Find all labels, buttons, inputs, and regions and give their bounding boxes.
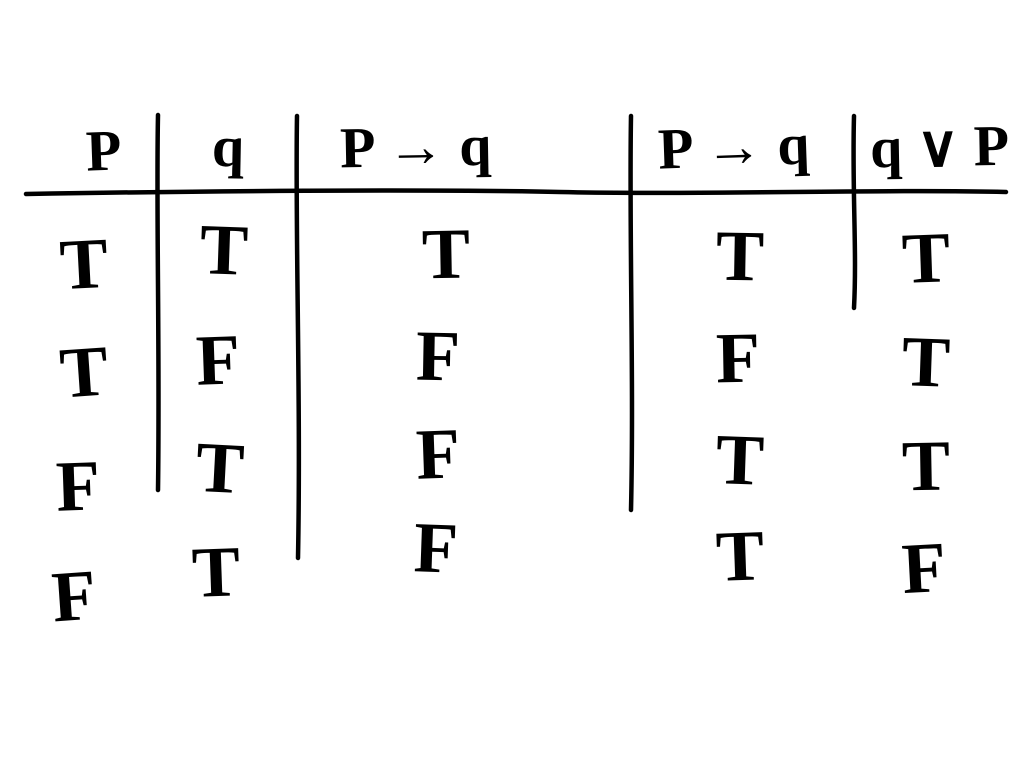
cell-r2c0: F (55, 449, 101, 522)
cell-r2c1: T (194, 431, 246, 505)
cell-r3c4: F (900, 531, 948, 605)
truth-table: P q P → q P → q q ∨ P T T T T T T F F F … (0, 0, 1024, 768)
cell-r0c1: T (199, 213, 250, 287)
cell-r0c4: T (901, 221, 952, 295)
cell-r0c2: T (421, 218, 470, 291)
col-header-p-implies-q-1: P → q (340, 117, 492, 178)
cell-r3c3: T (715, 519, 766, 593)
cell-r2c2: F (415, 417, 461, 490)
cell-r1c3: F (715, 322, 760, 395)
cell-r3c0: F (50, 559, 99, 634)
col-header-q: q (211, 118, 244, 177)
col-header-q-or-p: q ∨ P (870, 117, 1010, 177)
col-header-p-implies-q-2: P → q (657, 115, 810, 178)
cell-r2c3: T (715, 423, 766, 497)
cell-r1c1: F (195, 323, 241, 396)
col-header-p: P (85, 121, 122, 180)
cell-r3c1: T (191, 535, 242, 609)
cell-r2c4: T (901, 430, 950, 503)
cell-r1c4: T (901, 325, 952, 399)
cell-r0c3: T (715, 220, 764, 293)
cell-r1c2: F (415, 320, 460, 393)
cell-r1c0: T (58, 334, 111, 409)
cell-r3c2: F (413, 511, 459, 584)
cell-r0c0: T (58, 227, 110, 301)
